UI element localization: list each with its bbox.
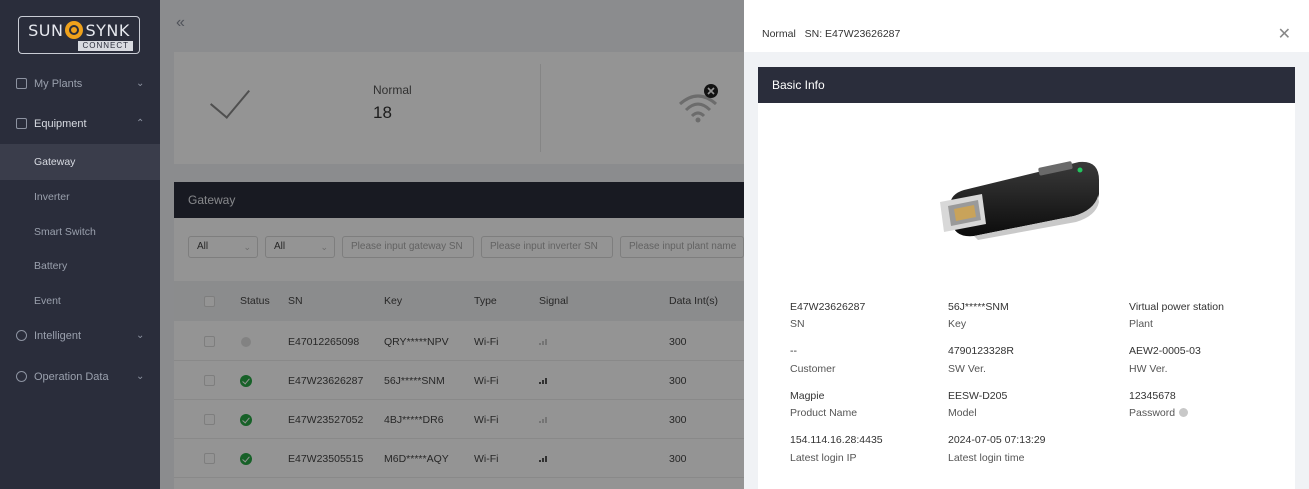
password-label: Password (1129, 407, 1189, 419)
sidebar: SUN SYNK CONNECT My Plants ⌄ Equipment ⌃ … (0, 0, 160, 489)
plant-label: Plant (1129, 318, 1153, 330)
product-name-value: Magpie (790, 390, 825, 402)
login-ip-label: Latest login IP (790, 452, 857, 464)
key-label: Key (948, 318, 967, 330)
drawer-backdrop[interactable] (160, 0, 744, 489)
customer-label: Customer (790, 363, 836, 375)
sun-icon (65, 21, 84, 39)
sidebar-item-operation-data[interactable]: Operation Data ⌄ (0, 359, 160, 395)
basic-info-title: Basic Info (758, 67, 1295, 103)
chevron-up-icon: ⌃ (136, 118, 145, 129)
hw-version-label: HW Ver. (1129, 363, 1168, 375)
info-icon[interactable] (1179, 408, 1189, 417)
sw-version-value: 4790123328R (948, 345, 1014, 357)
login-time-label: Latest login time (948, 452, 1025, 464)
drawer-status: Normal (762, 28, 796, 40)
logo-subtitle: CONNECT (78, 41, 133, 51)
intelligent-icon (16, 330, 27, 341)
sidebar-item-label: Equipment (34, 118, 87, 130)
sw-version-label: SW Ver. (948, 363, 986, 375)
plant-icon (16, 78, 27, 89)
close-icon[interactable]: ✕ (1278, 24, 1291, 44)
chevron-down-icon: ⌄ (136, 78, 145, 89)
sn-value: E47W23626287 (790, 301, 866, 313)
customer-value: -- (790, 345, 797, 357)
sidebar-item-gateway[interactable]: Gateway (0, 144, 160, 180)
drawer-sn: SN: E47W23626287 (804, 28, 901, 40)
sidebar-item-label: My Plants (34, 78, 83, 90)
drawer-header: Normal SN: E47W23626287 ✕ (744, 0, 1309, 52)
sn-label: SN (790, 318, 805, 330)
logo-text-right: SYNK (85, 21, 130, 40)
drawer-title: Normal SN: E47W23626287 (762, 28, 900, 40)
sidebar-item-smart-switch[interactable]: Smart Switch (0, 214, 160, 250)
sidebar-item-label: Operation Data (34, 371, 109, 383)
model-value: EESW-D205 (948, 390, 1008, 402)
login-ip-value: 154.114.16.28:4435 (790, 434, 883, 446)
equipment-icon (16, 118, 27, 129)
sidebar-item-event[interactable]: Event (0, 283, 160, 319)
password-label-text: Password (1129, 407, 1176, 419)
password-value: 12345678 (1129, 390, 1176, 402)
plant-value[interactable]: Virtual power station (1129, 301, 1224, 313)
sidebar-item-label: Intelligent (34, 330, 82, 342)
sidebar-item-battery[interactable]: Battery (0, 248, 160, 284)
chevron-down-icon: ⌄ (136, 371, 145, 382)
logo-text-left: SUN (28, 21, 64, 40)
sidebar-item-my-plants[interactable]: My Plants ⌄ (0, 66, 160, 102)
model-label: Model (948, 407, 977, 419)
key-value: 56J*****SNM (948, 301, 1009, 313)
chevron-down-icon: ⌄ (136, 330, 145, 341)
login-time-value: 2024-07-05 07:13:29 (948, 434, 1046, 446)
product-name-label: Product Name (790, 407, 858, 419)
clock-icon (16, 371, 27, 382)
hw-version-value: AEW2-0005-03 (1129, 345, 1201, 357)
sidebar-item-equipment[interactable]: Equipment ⌃ (0, 106, 160, 142)
sidebar-item-inverter[interactable]: Inverter (0, 179, 160, 215)
sidebar-item-intelligent[interactable]: Intelligent ⌄ (0, 318, 160, 354)
gateway-device-image (940, 161, 1099, 240)
sunsynk-logo[interactable]: SUN SYNK CONNECT (18, 16, 140, 54)
